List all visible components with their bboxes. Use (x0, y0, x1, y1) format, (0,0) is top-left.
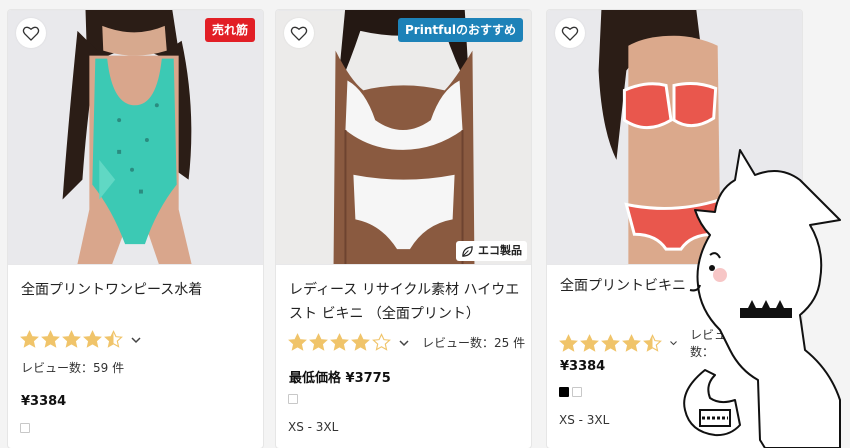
star-full-icon (62, 330, 81, 348)
review-count: レビュー数：59 件 (21, 361, 125, 375)
heart-outline-icon (561, 26, 579, 41)
product-photo-high-waist-bikini (276, 10, 531, 265)
favorite-button[interactable] (284, 18, 314, 48)
heart-outline-icon (22, 26, 40, 41)
bestseller-badge: 売れ筋 (204, 18, 255, 42)
star-empty-icon (372, 333, 391, 351)
star-full-icon (351, 333, 370, 351)
review-count: レビュー数：25 件 (422, 336, 526, 350)
star-full-icon (330, 333, 349, 351)
eco-label: エコ製品 (478, 244, 522, 257)
color-swatch-black[interactable] (559, 387, 569, 397)
star-full-icon (83, 330, 102, 348)
star-full-icon (20, 330, 39, 348)
product-card-2[interactable]: Printfulのおすすめ エコ製品 レディース リサイクル素材 ハイウエスト … (275, 9, 532, 448)
mascot-character-illustration (683, 149, 841, 448)
size-range: XS - 3XL (288, 420, 339, 434)
stars-container (20, 330, 123, 349)
star-full-icon (622, 333, 641, 352)
stars-container (288, 333, 391, 352)
eco-product-badge: エコ製品 (456, 241, 527, 261)
star-full-icon (601, 333, 620, 352)
star-full-icon (288, 333, 307, 351)
size-range: XS - 3XL (559, 413, 610, 427)
product-price: 最低価格 ¥3775 (289, 371, 391, 386)
star-full-icon (580, 333, 599, 352)
chevron-down-icon[interactable] (398, 337, 410, 349)
color-swatches (20, 423, 30, 433)
recommended-badge: Printfulのおすすめ (398, 18, 523, 42)
leaf-icon (462, 245, 473, 257)
product-title[interactable]: レディース リサイクル素材 ハイウエスト ビキニ （全面プリント） (289, 278, 521, 326)
chevron-down-icon[interactable] (130, 334, 142, 346)
product-price: ¥3384 (560, 359, 606, 374)
product-price: ¥3384 (21, 394, 67, 409)
rating-stars[interactable] (20, 330, 142, 349)
color-swatch-white[interactable] (20, 423, 30, 433)
product-card-1[interactable]: 売れ筋 全面プリントワンピース水着 レビュー数：59 件 ¥3384 (7, 9, 264, 448)
color-swatch-white[interactable] (572, 387, 582, 397)
favorite-button[interactable] (16, 18, 46, 48)
star-full-icon (41, 330, 60, 348)
product-photo-one-piece (8, 10, 263, 265)
product-image-1[interactable]: 売れ筋 (8, 10, 263, 265)
star-full-icon (309, 333, 328, 351)
star-half-icon (104, 330, 123, 348)
favorite-button[interactable] (555, 18, 585, 48)
rating-stars[interactable]: レビュー数：25 件 (288, 333, 525, 352)
star-full-icon (559, 333, 578, 352)
color-swatch-white[interactable] (288, 394, 298, 404)
heart-outline-icon (290, 26, 308, 41)
color-swatches (288, 394, 298, 404)
product-title[interactable]: 全面プリントワンピース水着 (21, 278, 253, 302)
color-swatches (559, 387, 582, 397)
product-image-2[interactable]: Printfulのおすすめ エコ製品 (276, 10, 531, 265)
